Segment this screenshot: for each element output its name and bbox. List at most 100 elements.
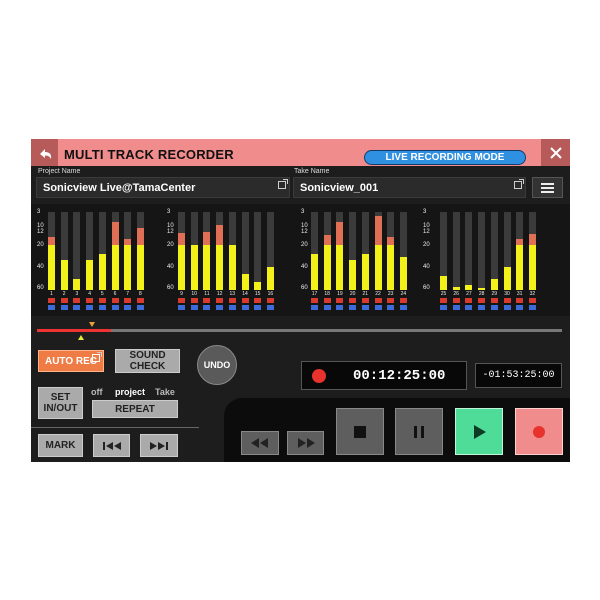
rec-arm-indicator[interactable] bbox=[528, 298, 536, 303]
rec-arm-indicator[interactable] bbox=[111, 298, 119, 303]
rec-arm-indicator[interactable] bbox=[216, 298, 224, 303]
channel-number: 10 bbox=[191, 291, 197, 297]
input-indicator bbox=[178, 305, 185, 310]
rec-arm-indicator[interactable] bbox=[266, 298, 274, 303]
prev-mark-button[interactable] bbox=[93, 434, 130, 457]
rec-arm-indicator[interactable] bbox=[490, 298, 498, 303]
rec-arm-indicator[interactable] bbox=[374, 298, 382, 303]
remaining-time: -01:53:25:00 bbox=[475, 363, 562, 388]
rec-arm-indicator[interactable] bbox=[516, 298, 524, 303]
playhead-icon[interactable] bbox=[78, 335, 84, 340]
take-name-field[interactable]: Sonicview_001 bbox=[293, 177, 526, 198]
meter-scale-label: 40 bbox=[37, 263, 44, 270]
meter-scale-label: 12 bbox=[37, 229, 44, 236]
input-indicator bbox=[86, 305, 94, 310]
rec-arm-indicator[interactable] bbox=[387, 298, 395, 303]
channel-number: 12 bbox=[216, 291, 223, 297]
undo-button[interactable]: UNDO bbox=[197, 345, 237, 385]
meter-level-bar bbox=[374, 244, 382, 290]
rec-arm-indicator[interactable] bbox=[361, 298, 369, 303]
stop-button[interactable] bbox=[336, 408, 384, 455]
level-meters: 3 10 12 20 40 60 3 10 12 20 40 60 3 10 12 20 40 60 3 10 12 20… bbox=[31, 204, 570, 316]
rec-arm-indicator[interactable] bbox=[440, 298, 447, 303]
sound-check-button[interactable]: SOUND CHECK bbox=[115, 349, 180, 373]
playback-timeline[interactable] bbox=[37, 329, 562, 332]
channel-number: 22 bbox=[375, 291, 381, 297]
meter-level-bar bbox=[490, 279, 498, 290]
recording-indicator-icon bbox=[312, 369, 326, 383]
rec-arm-indicator[interactable] bbox=[336, 298, 344, 303]
page-title: MULTI TRACK RECORDER bbox=[64, 147, 234, 162]
rec-arm-indicator[interactable] bbox=[478, 298, 486, 303]
menu-button[interactable] bbox=[532, 177, 563, 198]
channel-number: 28 bbox=[478, 291, 485, 297]
mark-button[interactable]: MARK bbox=[38, 434, 83, 457]
channel-number: 24 bbox=[400, 291, 407, 297]
channel-number: 5 bbox=[100, 291, 104, 297]
channel-number: 20 bbox=[349, 291, 356, 297]
rec-arm-indicator[interactable] bbox=[254, 298, 262, 303]
meter-level-bar bbox=[503, 266, 511, 290]
rec-arm-indicator[interactable] bbox=[73, 298, 81, 303]
meter-level-bar bbox=[98, 254, 106, 290]
rec-arm-indicator[interactable] bbox=[311, 298, 318, 303]
rec-arm-indicator[interactable] bbox=[178, 298, 185, 303]
channel-number: 25 bbox=[440, 291, 447, 297]
set-in-out-button[interactable]: SET IN/OUT bbox=[38, 387, 83, 419]
close-button[interactable] bbox=[541, 139, 570, 166]
meter-scale-label: 40 bbox=[301, 263, 308, 270]
mode-badge: LIVE RECORDING MODE bbox=[364, 150, 526, 165]
input-indicator bbox=[124, 305, 132, 310]
meter-level-bar bbox=[216, 244, 224, 290]
rewind-button[interactable] bbox=[241, 431, 279, 455]
auto-rec-button[interactable]: AUTO REC bbox=[38, 350, 104, 372]
fast-forward-button[interactable] bbox=[287, 431, 324, 455]
take-name-value: Sonicview_001 bbox=[300, 182, 379, 194]
repeat-option-off[interactable]: off bbox=[91, 387, 103, 397]
stop-icon bbox=[354, 425, 366, 438]
channel-number: 1 bbox=[50, 291, 53, 297]
play-button[interactable] bbox=[455, 408, 503, 455]
rec-arm-indicator[interactable] bbox=[98, 298, 106, 303]
rec-arm-indicator[interactable] bbox=[136, 298, 144, 303]
rec-arm-indicator[interactable] bbox=[86, 298, 94, 303]
input-indicator bbox=[216, 305, 224, 310]
rec-arm-indicator[interactable] bbox=[503, 298, 511, 303]
fast-forward-icon bbox=[297, 438, 315, 448]
rec-arm-indicator[interactable] bbox=[323, 298, 331, 303]
rec-arm-indicator[interactable] bbox=[399, 298, 407, 303]
meter-level-bar bbox=[241, 274, 249, 290]
input-indicator bbox=[266, 305, 274, 310]
meter-level-bar bbox=[361, 254, 369, 290]
rec-arm-indicator[interactable] bbox=[465, 298, 473, 303]
rec-arm-indicator[interactable] bbox=[190, 298, 198, 303]
elapsed-time: 00:12:25:00 bbox=[353, 368, 446, 384]
project-name-field[interactable]: Sonicview Live@TamaCenter bbox=[36, 177, 290, 198]
record-button[interactable] bbox=[515, 408, 563, 455]
input-indicator bbox=[60, 305, 68, 310]
rec-arm-indicator[interactable] bbox=[228, 298, 236, 303]
edit-external-icon bbox=[92, 352, 102, 362]
meter-level-bar bbox=[86, 260, 94, 290]
repeat-option-project[interactable]: project bbox=[115, 387, 145, 397]
rec-arm-indicator[interactable] bbox=[48, 298, 55, 303]
back-button[interactable] bbox=[31, 139, 58, 166]
meter-level-bar bbox=[228, 244, 236, 290]
rec-arm-indicator[interactable] bbox=[452, 298, 460, 303]
rec-arm-indicator[interactable] bbox=[349, 298, 357, 303]
input-indicator bbox=[387, 305, 395, 310]
next-mark-button[interactable] bbox=[140, 434, 178, 457]
rec-arm-indicator[interactable] bbox=[203, 298, 211, 303]
rec-arm-indicator[interactable] bbox=[60, 298, 68, 303]
repeat-option-take[interactable]: Take bbox=[155, 387, 175, 397]
input-indicator bbox=[528, 305, 536, 310]
repeat-button[interactable]: REPEAT bbox=[92, 400, 178, 418]
channel-number: 7 bbox=[126, 291, 130, 297]
input-indicator bbox=[48, 305, 55, 310]
edit-external-icon bbox=[514, 179, 524, 189]
input-indicator bbox=[336, 305, 344, 310]
input-indicator bbox=[98, 305, 106, 310]
rec-arm-indicator[interactable] bbox=[124, 298, 132, 303]
pause-button[interactable] bbox=[395, 408, 443, 455]
rec-arm-indicator[interactable] bbox=[241, 298, 249, 303]
